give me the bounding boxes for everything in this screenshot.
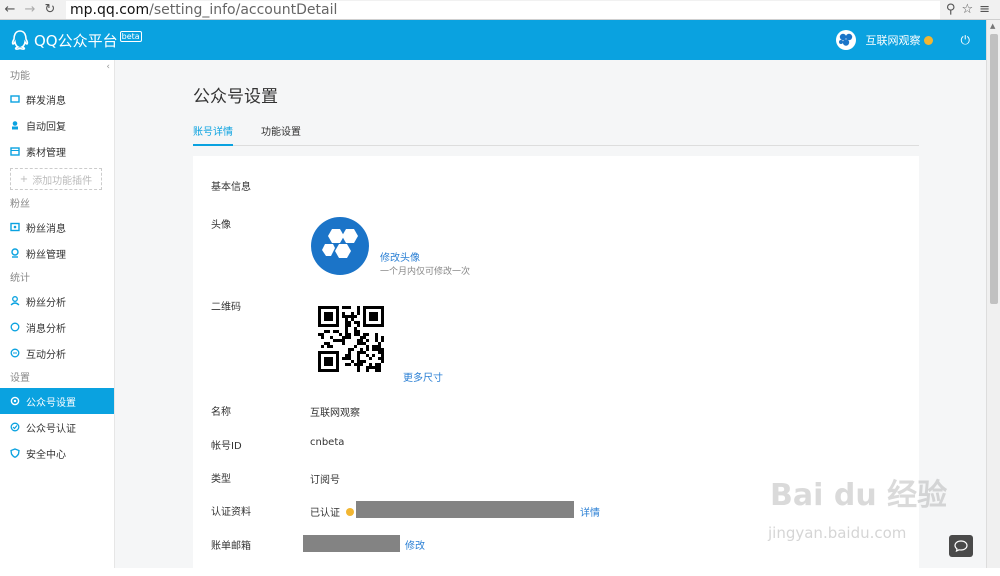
zoom-search-icon[interactable]: ⚲	[946, 2, 956, 17]
fans-icon	[10, 248, 20, 258]
account-avatar-large	[311, 217, 369, 275]
menu-icon[interactable]: ≡	[979, 2, 990, 17]
account-avatar[interactable]	[835, 30, 856, 50]
logo-text: QQ公众平台	[34, 31, 118, 50]
back-icon[interactable]: ←	[0, 0, 20, 20]
type-value: 订阅号	[310, 475, 340, 486]
add-plugin-button[interactable]: + 添加功能插件	[10, 168, 102, 190]
sidebar-item-security-center[interactable]: 安全中心	[0, 440, 114, 466]
sidebar-item-materials[interactable]: 素材管理	[0, 138, 114, 164]
sidebar-item-message-analysis[interactable]: 消息分析	[0, 314, 114, 340]
browser-toolbar: ← → ↻ mp.qq.com/setting_info/accountDeta…	[0, 0, 1000, 20]
redacted-verification-info	[356, 501, 574, 518]
sidebar-item-label: 群发消息	[26, 95, 66, 107]
sidebar-item-interaction-analysis[interactable]: 互动分析	[0, 340, 114, 366]
qr-code-image[interactable]	[318, 306, 384, 372]
tab-account-details[interactable]: 账号详情	[193, 126, 233, 146]
hexagon-logo-icon	[838, 33, 852, 46]
interaction-icon	[10, 348, 20, 358]
bookmark-star-icon[interactable]: ☆	[961, 2, 973, 17]
page-scrollbar[interactable]: ▲	[986, 20, 1000, 568]
sidebar-item-label: 粉丝消息	[26, 223, 66, 235]
verification-detail-link[interactable]: 详情	[580, 504, 600, 519]
url-host: mp.qq.com	[70, 1, 150, 18]
name-label: 名称	[211, 407, 231, 418]
sidebar-item-label: 互动分析	[26, 349, 66, 361]
settings-gear-icon	[10, 396, 20, 406]
sidebar-item-label: 公众号设置	[26, 397, 76, 409]
verify-check-icon	[10, 422, 20, 432]
page-title: 公众号设置	[193, 87, 278, 107]
name-value: 互联网观察	[310, 408, 360, 419]
section-title: 基本信息	[211, 182, 251, 193]
sidebar-group-title: 粉丝	[10, 199, 30, 210]
scroll-up-icon[interactable]: ▲	[990, 22, 995, 30]
chat-bubble-icon	[954, 540, 968, 552]
verified-badge-icon	[346, 508, 355, 516]
change-avatar-link[interactable]: 修改头像	[380, 249, 420, 264]
reload-icon[interactable]: ↻	[40, 0, 60, 20]
sidebar-item-label: 粉丝管理	[26, 249, 66, 261]
sidebar-item-label: 粉丝分析	[26, 297, 66, 309]
shield-icon	[10, 448, 20, 458]
more-sizes-link[interactable]: 更多尺寸	[403, 369, 443, 384]
sidebar-item-fan-management[interactable]: 粉丝管理	[0, 240, 114, 266]
send-icon	[10, 94, 20, 104]
beta-badge: beta	[119, 30, 142, 42]
sidebar: ‹ 功能 群发消息 自动回复 素材管理 + 添加功能插件 粉丝 粉丝消息 粉丝管…	[0, 60, 115, 568]
type-label: 类型	[211, 474, 231, 485]
message-icon	[10, 222, 20, 232]
qrcode-label: 二维码	[211, 302, 241, 313]
folder-icon	[10, 146, 20, 156]
power-logout-icon[interactable]: ⏻	[961, 33, 971, 48]
sidebar-item-fan-analysis[interactable]: 粉丝分析	[0, 288, 114, 314]
forward-icon[interactable]: →	[20, 0, 40, 20]
baidu-watermark-url: jingyan.baidu.com	[768, 524, 907, 542]
plus-icon: +	[19, 173, 29, 185]
account-name[interactable]: 互联网观察	[866, 32, 921, 48]
avatar-change-hint: 一个月内仅可修改一次	[380, 267, 471, 277]
billing-email-label: 账单邮箱	[211, 541, 251, 552]
add-plugin-label: 添加功能插件	[32, 175, 93, 187]
tab-function-settings[interactable]: 功能设置	[261, 126, 301, 146]
collapse-sidebar-icon[interactable]: ‹	[106, 62, 110, 72]
user-reply-icon	[10, 120, 20, 130]
sidebar-item-mass-message[interactable]: 群发消息	[0, 86, 114, 112]
account-id-label: 帐号ID	[211, 441, 242, 452]
chat-bubble-icon	[10, 322, 20, 332]
sidebar-group-title: 设置	[10, 373, 30, 384]
sidebar-group-title: 统计	[10, 273, 30, 284]
verification-status: 已认证	[310, 504, 355, 519]
sidebar-item-fan-messages[interactable]: 粉丝消息	[0, 214, 114, 240]
qq-logo[interactable]: QQ公众平台 beta	[0, 29, 142, 51]
baidu-watermark: Bai du 经验	[770, 478, 948, 513]
qq-penguin-icon	[11, 30, 29, 50]
scrollbar-thumb[interactable]	[990, 34, 998, 304]
avatar-label: 头像	[211, 220, 231, 231]
sidebar-item-account-settings[interactable]: 公众号设置	[0, 388, 114, 414]
top-navigation-bar: QQ公众平台 beta 互联网观察 ⏻	[0, 20, 986, 60]
redacted-billing-email	[303, 535, 400, 552]
sidebar-item-label: 素材管理	[26, 147, 66, 159]
url-path: /setting_info/accountDetail	[149, 1, 338, 18]
tab-bar: 账号详情 功能设置	[193, 126, 919, 146]
feedback-chat-button[interactable]	[949, 535, 973, 557]
verification-value: 已认证	[310, 508, 340, 519]
sidebar-item-account-verification[interactable]: 公众号认证	[0, 414, 114, 440]
sidebar-item-label: 安全中心	[26, 449, 66, 461]
verification-label: 认证资料	[211, 507, 251, 518]
sidebar-item-label: 消息分析	[26, 323, 66, 335]
sidebar-item-label: 自动回复	[26, 121, 66, 133]
sidebar-item-auto-reply[interactable]: 自动回复	[0, 112, 114, 138]
sidebar-item-label: 公众号认证	[26, 423, 76, 435]
address-bar[interactable]: mp.qq.com/setting_info/accountDetail	[66, 0, 940, 19]
user-analysis-icon	[10, 296, 20, 306]
sidebar-group-title: 功能	[10, 71, 30, 82]
verified-badge-icon	[923, 35, 933, 45]
account-id-value: cnbeta	[310, 437, 345, 448]
billing-email-edit-link[interactable]: 修改	[405, 537, 425, 552]
